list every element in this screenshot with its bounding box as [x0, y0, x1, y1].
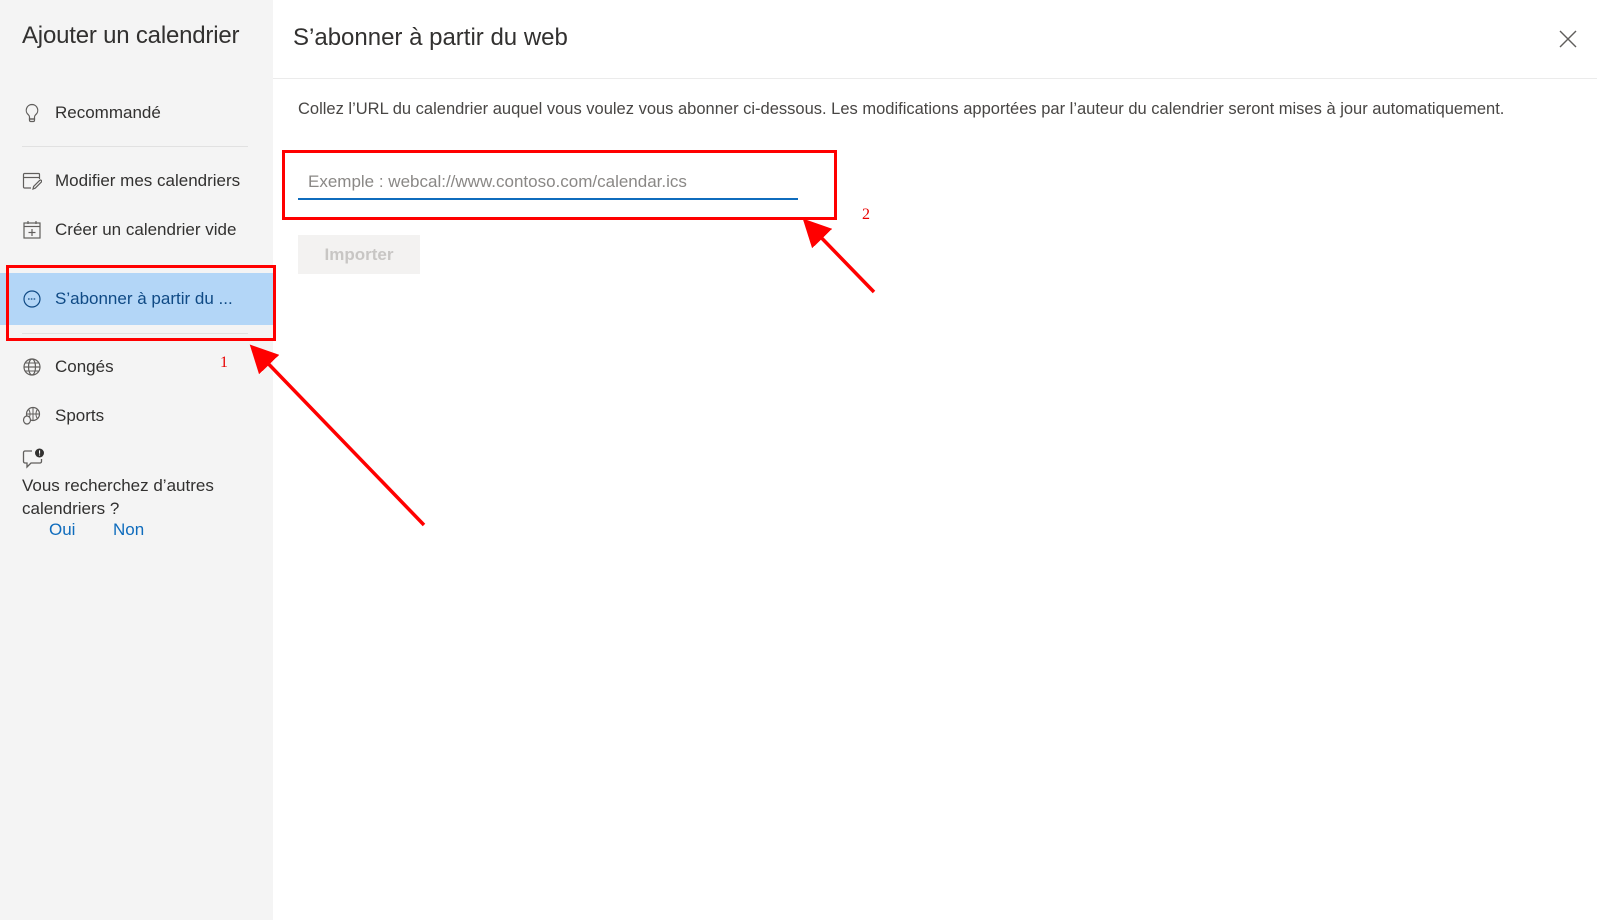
sidebar-item-label: Créer un calendrier vide	[55, 220, 237, 239]
sidebar: Ajouter un calendrier Recommandé Modifie…	[0, 0, 273, 920]
sidebar-item-label: S’abonner à partir du ...	[55, 289, 233, 308]
sidebar-item-subscribe-web[interactable]: S’abonner à partir du ...	[0, 273, 273, 325]
sidebar-item-recommended[interactable]: Recommandé	[0, 89, 273, 137]
globe-icon	[22, 357, 42, 377]
sports-ball-icon	[22, 406, 42, 426]
annotation-arrow-2	[802, 218, 876, 294]
sidebar-item-edit-calendars[interactable]: Modifier mes calendriers	[0, 157, 273, 205]
annotation-label-2: 2	[862, 206, 870, 223]
calendar-add-icon	[22, 220, 42, 240]
calendar-edit-icon	[22, 171, 42, 191]
close-icon	[1559, 30, 1577, 48]
feedback-no-link[interactable]: Non	[113, 520, 144, 540]
annotation-label-1: 1	[220, 354, 228, 371]
feedback-question: Vous recherchez d’autres calendriers ?	[22, 476, 214, 518]
sidebar-item-label: Sports	[55, 406, 105, 425]
sidebar-title: Ajouter un calendrier	[22, 22, 240, 49]
feedback-yes-link[interactable]: Oui	[49, 520, 75, 540]
lightbulb-icon	[22, 103, 42, 123]
page-title: S’abonner à partir du web	[293, 24, 568, 51]
sidebar-item-create-calendar[interactable]: Créer un calendrier vide	[0, 206, 273, 254]
annotation-arrow-1	[249, 344, 426, 527]
main-header: S’abonner à partir du web	[273, 0, 1597, 79]
sidebar-item-label: Recommandé	[55, 103, 161, 122]
divider	[22, 333, 248, 334]
feedback-icon	[22, 448, 46, 470]
subscribe-web-icon	[22, 289, 42, 309]
sidebar-item-sports[interactable]: Sports	[0, 392, 273, 440]
sidebar-item-holidays[interactable]: Congés	[0, 343, 273, 391]
sidebar-item-label: Modifier mes calendriers	[55, 171, 241, 190]
sidebar-item-label: Congés	[55, 357, 114, 376]
divider	[22, 146, 248, 147]
calendar-url-input[interactable]	[298, 166, 798, 200]
description-text: Collez l’URL du calendrier auquel vous v…	[298, 100, 1505, 118]
close-button[interactable]	[1557, 28, 1579, 50]
import-button[interactable]: Importer	[298, 235, 420, 274]
